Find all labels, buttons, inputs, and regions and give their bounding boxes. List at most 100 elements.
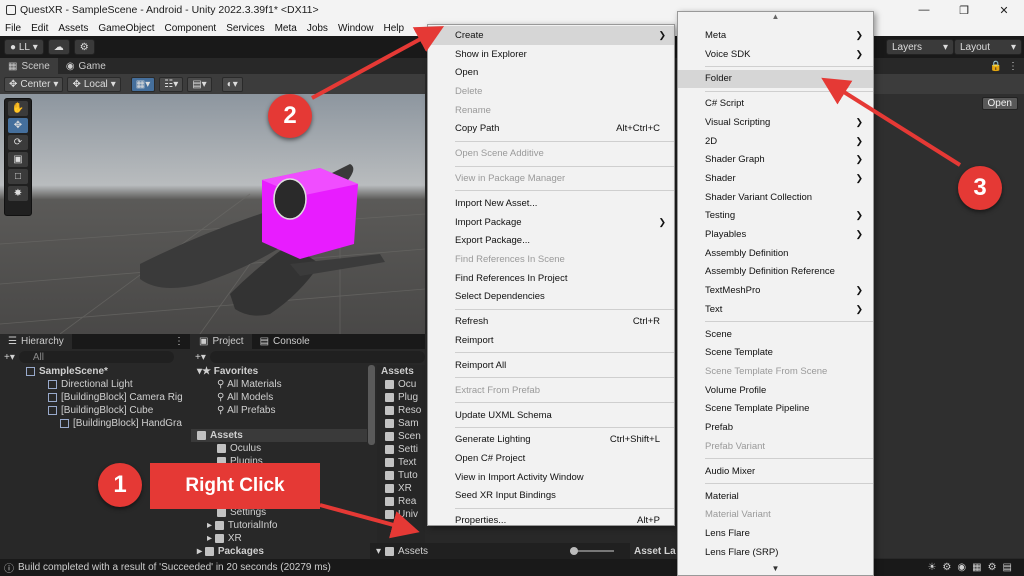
packages-folder[interactable]: ▸ Packages <box>191 545 367 558</box>
list-item[interactable]: Text <box>377 456 425 469</box>
list-item[interactable]: Ocu <box>377 378 425 391</box>
menu-item-create[interactable]: Create ❯ <box>428 26 674 45</box>
list-item[interactable]: [BuildingBlock] Cube <box>0 404 190 417</box>
list-item[interactable]: Setti <box>377 443 425 456</box>
list-item[interactable]: Scen <box>377 430 425 443</box>
menu-window[interactable]: Window <box>333 23 379 34</box>
list-item[interactable]: Rea <box>377 495 425 508</box>
submenu-item-textmeshpro[interactable]: TextMeshPro ❯ <box>678 281 873 300</box>
list-item[interactable]: Plug <box>377 391 425 404</box>
menu-item-import-new-asset[interactable]: Import New Asset... <box>428 194 674 213</box>
menu-item-update-uxml-schema[interactable]: Update UXML Schema <box>428 406 674 425</box>
list-item[interactable]: ▸ TutorialInfo <box>191 519 367 532</box>
menu-item-reimport[interactable]: Reimport <box>428 331 674 350</box>
menu-item-select-dependencies[interactable]: Select Dependencies <box>428 288 674 307</box>
submenu-item-testing[interactable]: Testing ❯ <box>678 207 873 226</box>
draw-mode-button[interactable]: ◐▾ <box>221 76 243 92</box>
submenu-item-voice-sdk[interactable]: Voice SDK ❯ <box>678 45 873 64</box>
transform-tool-icon[interactable]: ✸ <box>8 186 28 201</box>
submenu-item-audio-mixer[interactable]: Audio Mixer <box>678 462 873 481</box>
list-item[interactable]: XR <box>377 482 425 495</box>
menu-item-export-package[interactable]: Export Package... <box>428 231 674 250</box>
minimize-button[interactable]: — <box>904 0 944 20</box>
scroll-down-icon[interactable]: ▼ <box>678 564 873 573</box>
submenu-item-2d[interactable]: 2D ❯ <box>678 132 873 151</box>
add-icon[interactable]: +▾ <box>4 352 15 363</box>
menu-item-copy-path[interactable]: Copy Path Alt+Ctrl+C <box>428 119 674 138</box>
menu-item-generate-lighting[interactable]: Generate Lighting Ctrl+Shift+L <box>428 431 674 450</box>
tab-scene[interactable]: ▦ Scene <box>0 58 58 74</box>
menu-item-seed-xr-input-bindings[interactable]: Seed XR Input Bindings <box>428 487 674 506</box>
menu-item-open[interactable]: Open <box>428 63 674 82</box>
submenu-item-playables[interactable]: Playables ❯ <box>678 225 873 244</box>
cloud-button[interactable]: ☁ <box>47 39 70 55</box>
submenu-item-assembly-definition[interactable]: Assembly Definition <box>678 244 873 263</box>
submenu-item-assembly-definition-reference[interactable]: Assembly Definition Reference <box>678 263 873 282</box>
submenu-item-lens-flare[interactable]: Lens Flare <box>678 524 873 543</box>
list-item[interactable]: Tuto <box>377 469 425 482</box>
submenu-item-shader-variant-collection[interactable]: Shader Variant Collection <box>678 188 873 207</box>
menu-jobs[interactable]: Jobs <box>302 23 333 34</box>
submenu-item-shader[interactable]: Shader ❯ <box>678 169 873 188</box>
assets-breadcrumb[interactable]: Assets <box>377 365 425 378</box>
list-item[interactable]: [BuildingBlock] HandGra <box>0 417 190 430</box>
menu-help[interactable]: Help <box>379 23 410 34</box>
list-item[interactable]: Univ <box>377 508 425 521</box>
status-message[interactable]: Build completed with a result of 'Succee… <box>18 562 331 573</box>
menu-gameobject[interactable]: GameObject <box>93 23 159 34</box>
account-dropdown[interactable]: ● LL ▾ <box>4 39 44 55</box>
footer-breadcrumb[interactable]: Assets <box>398 546 428 557</box>
menu-services[interactable]: Services <box>221 23 269 34</box>
menu-item-reimport-all[interactable]: Reimport All <box>428 356 674 375</box>
scene-viewport[interactable] <box>0 94 425 334</box>
tab-game[interactable]: ◉ Game <box>58 58 114 74</box>
submenu-item-meta[interactable]: Meta ❯ <box>678 26 873 45</box>
submenu-item-shader-graph[interactable]: Shader Graph ❯ <box>678 151 873 170</box>
menu-item-properties[interactable]: Properties... Alt+P <box>428 512 674 531</box>
hierarchy-search[interactable]: All <box>18 351 174 363</box>
space-dropdown[interactable]: ✥ Local ▾ <box>67 76 121 92</box>
grid-settings-button[interactable]: ▤▾ <box>187 76 212 92</box>
menu-item-find-references-in-project[interactable]: Find References In Project <box>428 269 674 288</box>
submenu-item-scene[interactable]: Scene <box>678 325 873 344</box>
grid-snap-button[interactable]: ▦▾ <box>130 76 156 92</box>
list-item[interactable]: ⚲ All Materials <box>191 378 367 391</box>
snap-increment-button[interactable]: ☷▾ <box>159 76 184 92</box>
favorites-header[interactable]: ▾★ Favorites <box>191 365 367 378</box>
scroll-up-icon[interactable]: ▲ <box>678 12 873 26</box>
project-search[interactable] <box>209 351 425 363</box>
assets-folder[interactable]: Assets <box>191 429 367 442</box>
layers-dropdown[interactable]: Layers ▾ <box>886 39 954 55</box>
menu-item-view-in-import-activity-window[interactable]: View in Import Activity Window <box>428 468 674 487</box>
rect-tool-icon[interactable]: □ <box>8 169 28 184</box>
menu-file[interactable]: File <box>0 23 26 34</box>
list-item[interactable]: Sam <box>377 417 425 430</box>
list-item[interactable]: ▸ XR <box>191 532 367 545</box>
pivot-dropdown[interactable]: ✥ Center ▾ <box>4 76 64 92</box>
list-item[interactable]: SampleScene* <box>0 365 190 378</box>
menu-meta[interactable]: Meta <box>270 23 302 34</box>
hand-tool-icon[interactable]: ✋ <box>8 101 28 116</box>
zoom-slider[interactable] <box>570 547 614 555</box>
tab-hierarchy[interactable]: ☰ Hierarchy <box>0 333 72 350</box>
submenu-item-scene-template[interactable]: Scene Template <box>678 344 873 363</box>
layout-dropdown[interactable]: Layout ▾ <box>954 39 1022 55</box>
scrollbar[interactable] <box>368 365 375 445</box>
submenu-item-volume-profile[interactable]: Volume Profile <box>678 381 873 400</box>
menu-item-import-package[interactable]: Import Package ❯ <box>428 213 674 232</box>
rotate-tool-icon[interactable]: ⟳ <box>8 135 28 150</box>
menu-item-show-in-explorer[interactable]: Show in Explorer <box>428 45 674 64</box>
list-item[interactable]: Oculus <box>191 442 367 455</box>
menu-item-refresh[interactable]: Refresh Ctrl+R <box>428 312 674 331</box>
add-icon[interactable]: +▾ <box>195 352 206 363</box>
submenu-item-prefab[interactable]: Prefab <box>678 418 873 437</box>
menu-edit[interactable]: Edit <box>26 23 53 34</box>
submenu-item-folder[interactable]: Folder <box>678 69 873 89</box>
submenu-item-c-script[interactable]: C# Script <box>678 94 873 113</box>
close-button[interactable]: ✕ <box>984 0 1024 20</box>
list-item[interactable]: Directional Light <box>0 378 190 391</box>
list-item[interactable]: ⚲ All Models <box>191 391 367 404</box>
menu-assets[interactable]: Assets <box>53 23 93 34</box>
maximize-button[interactable]: ❐ <box>944 0 984 20</box>
tab-project[interactable]: ▣ Project <box>191 334 252 350</box>
